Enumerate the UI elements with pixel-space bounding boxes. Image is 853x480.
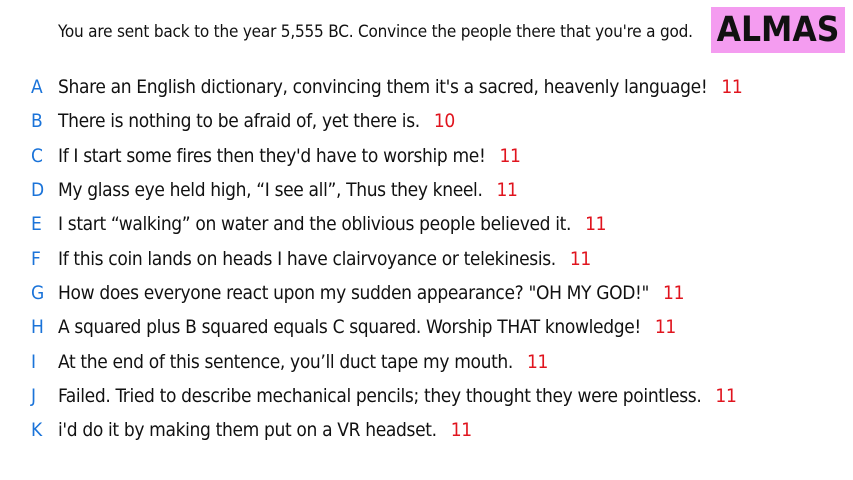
answer-score: 11 (654, 316, 676, 339)
answer-score: 11 (663, 281, 685, 304)
answer-text: My glass eye held high, “I see all”, Thu… (58, 179, 483, 202)
answer-letter: K (31, 419, 43, 442)
answer-text: How does everyone react upon my sudden a… (58, 281, 650, 304)
answer-item-c: C If I start some fires then they'd have… (0, 139, 853, 173)
answer-letter: A (31, 76, 43, 99)
answer-text: At the end of this sentence, you’ll duct… (58, 350, 513, 373)
answer-item-j: J Failed. Tried to describe mechanical p… (0, 379, 853, 413)
answer-text: If I start some fires then they'd have t… (58, 144, 486, 167)
answer-list: A Share an English dictionary, convincin… (0, 70, 853, 447)
answer-item-f: F If this coin lands on heads I have cla… (0, 241, 853, 275)
answer-score: 11 (499, 144, 521, 167)
answer-item-d: D My glass eye held high, “I see all”, T… (0, 173, 853, 207)
answer-text: There is nothing to be afraid of, yet th… (58, 110, 420, 133)
answer-score: 11 (450, 419, 472, 442)
answer-text: i'd do it by making them put on a VR hea… (58, 419, 437, 442)
answer-item-e: E I start “walking” on water and the obl… (0, 207, 853, 241)
answer-text: I start “walking” on water and the obliv… (58, 213, 572, 236)
answer-letter: J (31, 384, 37, 407)
answer-text: Share an English dictionary, convincing … (58, 76, 708, 99)
answer-score: 10 (433, 110, 455, 133)
answer-letter: G (31, 281, 45, 304)
answer-item-a: A Share an English dictionary, convincin… (0, 70, 853, 104)
prompt-text: You are sent back to the year 5,555 BC. … (58, 22, 693, 42)
answer-text: A squared plus B squared equals C square… (58, 316, 641, 339)
answer-text: If this coin lands on heads I have clair… (58, 247, 556, 270)
answer-score: 11 (527, 350, 549, 373)
answer-letter: H (31, 316, 44, 339)
answer-letter: C (31, 144, 43, 167)
answer-letter: E (31, 213, 42, 236)
answer-score: 11 (715, 384, 737, 407)
answer-item-g: G How does everyone react upon my sudden… (0, 276, 853, 310)
answer-letter: F (31, 247, 41, 270)
answer-score: 11 (569, 247, 591, 270)
answer-score: 11 (721, 76, 743, 99)
answer-letter: I (31, 350, 37, 373)
answer-item-h: H A squared plus B squared equals C squa… (0, 310, 853, 344)
answer-item-b: B There is nothing to be afraid of, yet … (0, 104, 853, 138)
answer-letter: D (31, 179, 45, 202)
player-name-badge: ALMAS (711, 7, 845, 53)
answer-score: 11 (496, 179, 518, 202)
answer-text: Failed. Tried to describe mechanical pen… (58, 384, 702, 407)
answer-item-k: K i'd do it by making them put on a VR h… (0, 413, 853, 447)
answer-score: 11 (585, 213, 607, 236)
answer-item-i: I At the end of this sentence, you’ll du… (0, 344, 853, 378)
answer-letter: B (31, 110, 43, 133)
